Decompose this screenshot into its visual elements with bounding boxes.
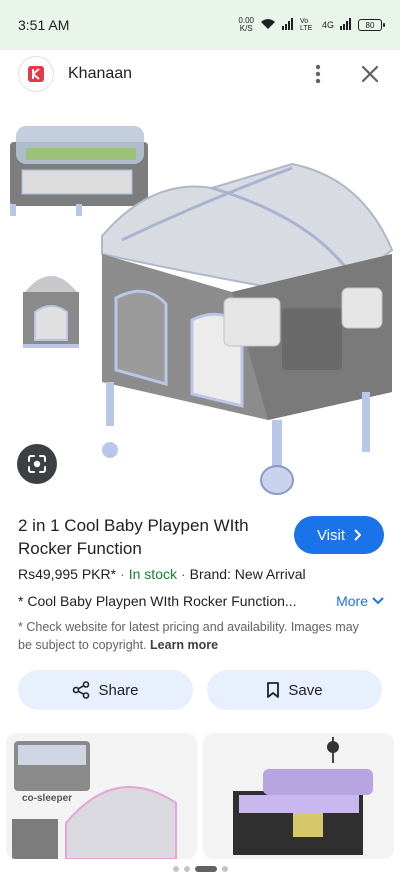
disclaimer: * Check website for latest pricing and a… <box>18 618 364 654</box>
product-title[interactable]: 2 in 1 Cool Baby Playpen WIth Rocker Fun… <box>18 514 268 560</box>
site-logo[interactable] <box>18 56 54 92</box>
separator-dot: · <box>180 566 186 582</box>
header-actions <box>306 62 382 86</box>
save-label: Save <box>288 681 323 699</box>
title-row: 2 in 1 Cool Baby Playpen WIth Rocker Fun… <box>18 514 384 560</box>
network-type: 4G <box>321 20 334 30</box>
description-text: * Cool Baby Playpen WIth Rocker Function… <box>18 593 297 609</box>
status-icons: 0.00 K/S Vo LTE 4G 80 <box>238 17 385 33</box>
related-image-1-label: co-sleeper <box>22 793 73 804</box>
volte-label: Vo LTE <box>299 18 313 32</box>
signal-icon <box>281 18 294 32</box>
battery-level: 80 <box>365 20 375 30</box>
close-button[interactable] <box>358 62 382 86</box>
thumbnail-2[interactable] <box>17 262 85 354</box>
related-images: co-sleeper <box>6 733 394 859</box>
pager-dot[interactable] <box>183 866 190 872</box>
visit-button[interactable]: Visit <box>294 516 384 554</box>
related-playpen-image-2 <box>233 737 373 855</box>
price: Rs49,995 PKR* <box>18 566 117 582</box>
result-header: Khanaan <box>0 50 400 98</box>
status-time: 3:51 AM <box>18 17 70 33</box>
site-name[interactable]: Khanaan <box>68 65 132 83</box>
wifi-icon <box>260 18 276 32</box>
playpen-thumbnail-image-2 <box>23 276 79 348</box>
separator-dot: · <box>120 566 125 582</box>
close-icon <box>361 65 379 83</box>
battery-icon: 80 <box>358 19 385 31</box>
pager-dot-active[interactable] <box>194 866 217 872</box>
chevron-down-icon <box>372 597 384 605</box>
description-row: * Cool Baby Playpen WIth Rocker Function… <box>18 593 384 609</box>
more-vert-icon <box>315 64 321 84</box>
learn-more-link[interactable]: Learn more <box>150 638 218 652</box>
share-icon <box>73 681 90 699</box>
price-row: Rs49,995 PKR* · In stock · Brand: New Arriva… <box>18 566 388 582</box>
bookmark-icon <box>267 682 280 698</box>
pager-dot[interactable] <box>221 866 228 872</box>
more-label: More <box>336 593 368 609</box>
status-bar: 3:51 AM 0.00 K/S Vo LTE 4G 80 <box>0 0 400 50</box>
pager-dots <box>0 866 400 872</box>
playpen-main-image <box>101 162 394 495</box>
network-speed: 0.00 K/S <box>238 17 254 33</box>
khanaan-logo-icon <box>28 66 44 82</box>
more-options-button[interactable] <box>306 62 330 86</box>
lens-icon <box>28 455 46 473</box>
more-button[interactable]: More <box>336 593 384 609</box>
visit-label: Visit <box>316 526 346 544</box>
share-button[interactable]: Share <box>18 670 193 710</box>
chevron-right-icon <box>354 529 362 541</box>
brand: Brand: New Arrival <box>189 566 306 582</box>
save-button[interactable]: Save <box>207 670 382 710</box>
share-label: Share <box>98 681 139 699</box>
main-product-image[interactable] <box>92 158 400 500</box>
related-image-1[interactable]: co-sleeper <box>6 733 197 859</box>
action-buttons: Share Save <box>18 670 382 710</box>
image-gallery <box>0 104 400 504</box>
related-image-2[interactable] <box>203 733 394 859</box>
network-speed-unit: K/S <box>239 24 253 33</box>
google-lens-button[interactable] <box>17 444 57 484</box>
signal-icon-2 <box>340 18 352 32</box>
pager-dot[interactable] <box>172 866 179 872</box>
stock-status: In stock <box>128 566 177 582</box>
